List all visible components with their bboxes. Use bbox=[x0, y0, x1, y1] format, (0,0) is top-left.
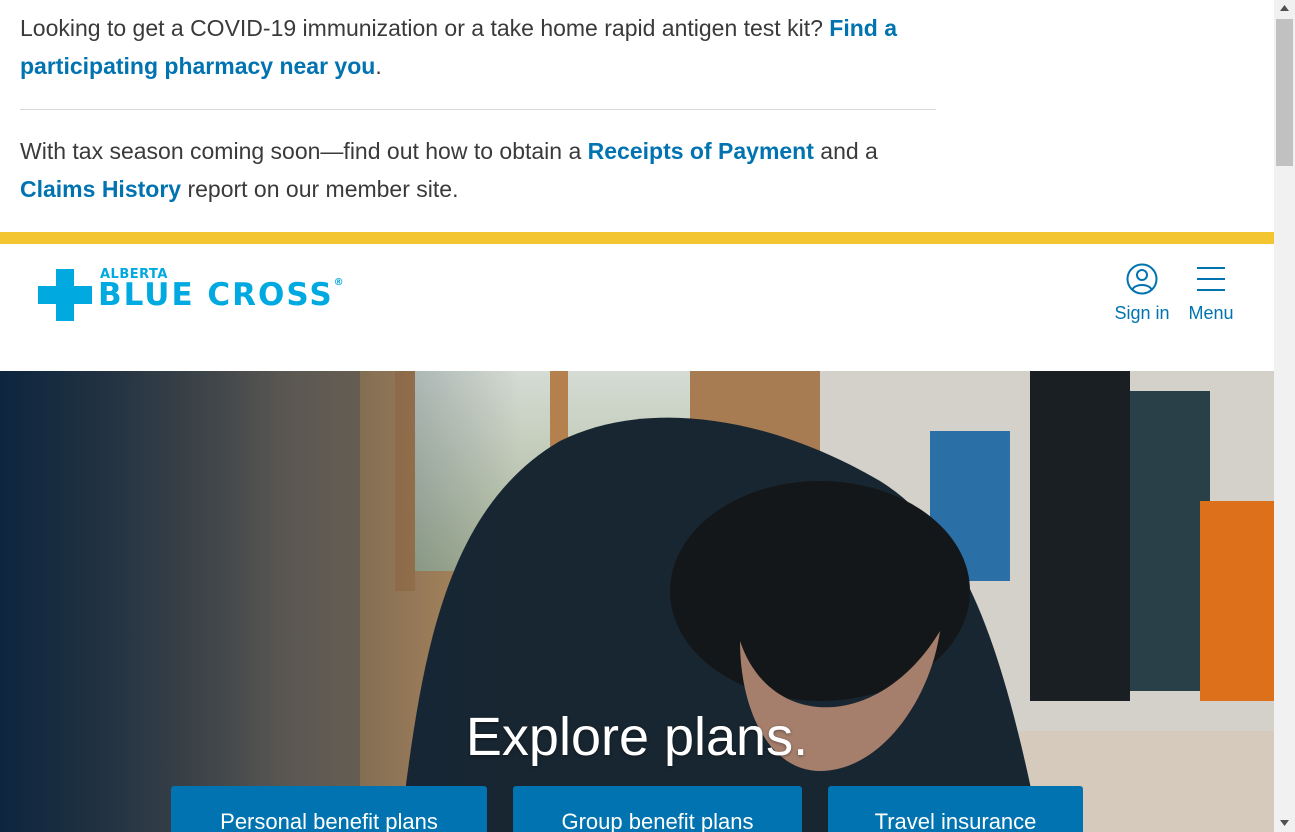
user-circle-icon bbox=[1126, 263, 1158, 295]
group-benefit-plans-button[interactable]: Group benefit plans bbox=[513, 786, 802, 832]
sign-in-label: Sign in bbox=[1114, 303, 1170, 323]
scroll-thumb[interactable] bbox=[1276, 19, 1293, 166]
logo-blue-cross-label: BLUE CROSS bbox=[98, 277, 334, 313]
scroll-up-arrow[interactable] bbox=[1274, 0, 1295, 17]
cross-logo-icon bbox=[38, 269, 92, 321]
receipts-of-payment-link[interactable]: Receipts of Payment bbox=[588, 138, 814, 164]
claims-history-link[interactable]: Claims History bbox=[20, 176, 181, 202]
logo-blue-cross-text: BLUE CROSS® bbox=[98, 277, 344, 313]
tax-alert: With tax season coming soon—find out how… bbox=[20, 132, 920, 208]
triangle-up-icon bbox=[1280, 5, 1289, 11]
sign-in-button[interactable]: Sign in bbox=[1110, 262, 1174, 328]
alert-banner: Looking to get a COVID-19 immunization o… bbox=[0, 0, 1274, 232]
travel-insurance-button[interactable]: Travel insurance bbox=[828, 786, 1083, 832]
covid-alert-suffix: . bbox=[375, 53, 382, 79]
vertical-scrollbar[interactable] bbox=[1274, 0, 1295, 832]
alert-divider bbox=[20, 109, 936, 110]
tax-alert-text-1: With tax season coming soon—find out how… bbox=[20, 138, 588, 164]
menu-label: Menu bbox=[1188, 303, 1234, 323]
covid-alert-text: Looking to get a COVID-19 immunization o… bbox=[20, 15, 830, 41]
scroll-down-arrow[interactable] bbox=[1274, 815, 1295, 832]
hamburger-menu-icon bbox=[1197, 267, 1225, 291]
tax-alert-text-2: and a bbox=[813, 138, 878, 164]
yellow-accent-bar bbox=[0, 232, 1274, 244]
alberta-blue-cross-logo[interactable]: ALBERTA BLUE CROSS® bbox=[38, 267, 383, 323]
triangle-down-icon bbox=[1280, 820, 1289, 826]
menu-button[interactable]: Menu bbox=[1183, 262, 1239, 328]
hero-section: Explore plans. Personal benefit plans Gr… bbox=[0, 371, 1274, 832]
page: Looking to get a COVID-19 immunization o… bbox=[0, 0, 1274, 832]
logo-registered-mark: ® bbox=[333, 277, 344, 288]
personal-benefit-plans-button[interactable]: Personal benefit plans bbox=[171, 786, 487, 832]
tax-alert-text-3: report on our member site. bbox=[181, 176, 459, 202]
covid-alert: Looking to get a COVID-19 immunization o… bbox=[20, 9, 920, 85]
hero-title: Explore plans. bbox=[465, 707, 809, 767]
site-header: ALBERTA BLUE CROSS® Sign in Menu bbox=[0, 244, 1274, 371]
